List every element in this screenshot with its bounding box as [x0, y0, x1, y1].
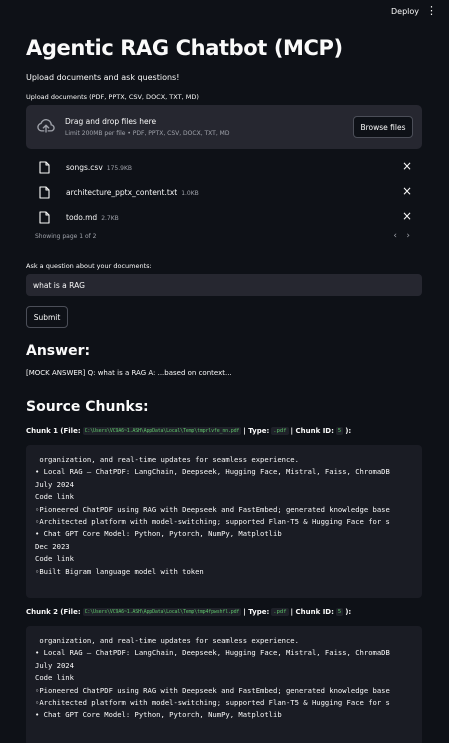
- chunk-id-value: 5: [335, 427, 344, 435]
- chunk-content-text: organization, and real-time updates for …: [35, 455, 390, 576]
- top-toolbar: Deploy ⋮: [0, 0, 449, 26]
- chunk-label: Chunk 1: [26, 427, 59, 435]
- submit-button[interactable]: Submit: [26, 306, 68, 328]
- chevron-right-icon[interactable]: ›: [406, 231, 410, 241]
- chunk-suffix: ):: [345, 608, 352, 616]
- chunk-file-prefix: (File:: [60, 427, 81, 435]
- uploader-label: Upload documents (PDF, PPTX, CSV, DOCX, …: [26, 93, 199, 101]
- remove-file-icon[interactable]: ×: [402, 210, 412, 222]
- chunk-header: Chunk 1 (File: C:\Users\VC9A6~1.ASH\AppD…: [26, 425, 422, 437]
- question-input[interactable]: [26, 274, 422, 296]
- chunk-type-label: | Type:: [243, 427, 270, 435]
- question-label: Ask a question about your documents:: [26, 262, 152, 270]
- file-icon: [39, 161, 50, 174]
- dropzone-title: Drag and drop files here: [65, 117, 157, 126]
- list-item: todo.md 2.7KB ×: [26, 206, 422, 231]
- file-dropzone[interactable]: Drag and drop files here Limit 200MB per…: [26, 105, 422, 149]
- chunk-file-path: C:\Users\VC9A6~1.ASH\AppData\Local\Temp\…: [82, 608, 242, 616]
- file-name: architecture_pptx_content.txt 1.0KB: [66, 188, 199, 197]
- file-size: 1.0KB: [181, 190, 199, 197]
- chunk-type-value: .pdf: [271, 608, 289, 616]
- page-subtitle: Upload documents and ask questions!: [26, 73, 180, 82]
- page-title: Agentic RAG Chatbot (MCP): [26, 36, 343, 60]
- uploaded-files-list: songs.csv 175.9KB × architecture_pptx_con…: [26, 156, 422, 245]
- browse-files-button[interactable]: Browse files: [353, 116, 413, 138]
- answer-heading: Answer:: [26, 343, 91, 359]
- list-item: architecture_pptx_content.txt 1.0KB ×: [26, 181, 422, 206]
- chunk-id-label: | Chunk ID:: [290, 608, 334, 616]
- chunk-id-label: | Chunk ID:: [290, 427, 334, 435]
- main-content: Agentic RAG Chatbot (MCP) Upload documen…: [26, 34, 422, 743]
- file-size: 2.7KB: [101, 215, 119, 222]
- chevron-left-icon[interactable]: ‹: [393, 231, 397, 241]
- chunk-content: organization, and real-time updates for …: [26, 626, 422, 743]
- chunk-suffix: ):: [345, 427, 352, 435]
- file-size: 175.9KB: [106, 165, 133, 172]
- file-icon: [39, 186, 50, 199]
- chunk-file-prefix: (File:: [60, 608, 81, 616]
- remove-file-icon[interactable]: ×: [402, 185, 412, 197]
- chunk-content: organization, and real-time updates for …: [26, 445, 422, 598]
- answer-text: [MOCK ANSWER] Q: what is a RAG A: ...bas…: [26, 369, 232, 377]
- source-chunks-heading: Source Chunks:: [26, 399, 149, 415]
- chunk-header: Chunk 2 (File: C:\Users\VC9A6~1.ASH\AppD…: [26, 606, 422, 618]
- list-item: songs.csv 175.9KB ×: [26, 156, 422, 181]
- file-pagination: Showing page 1 of 2 ‹ ›: [26, 231, 422, 245]
- pagination-text: Showing page 1 of 2: [35, 233, 97, 240]
- cloud-upload-icon: [37, 119, 55, 133]
- chunk-label: Chunk 2: [26, 608, 59, 616]
- dropzone-limit: Limit 200MB per file • PDF, PPTX, CSV, D…: [65, 130, 230, 137]
- file-name: todo.md 2.7KB: [66, 213, 119, 222]
- remove-file-icon[interactable]: ×: [402, 160, 412, 172]
- deploy-button[interactable]: Deploy: [391, 7, 419, 16]
- chunk-id-value: 5: [335, 608, 344, 616]
- chunk-type-label: | Type:: [243, 608, 270, 616]
- file-icon: [39, 211, 50, 224]
- kebab-menu-icon[interactable]: ⋮: [426, 5, 437, 16]
- chunk-content-text: organization, and real-time updates for …: [35, 636, 390, 720]
- chunk-type-value: .pdf: [271, 427, 289, 435]
- file-name: songs.csv 175.9KB: [66, 163, 133, 172]
- chunk-file-path: C:\Users\VC9A6~1.ASH\AppData\Local\Temp\…: [82, 427, 242, 435]
